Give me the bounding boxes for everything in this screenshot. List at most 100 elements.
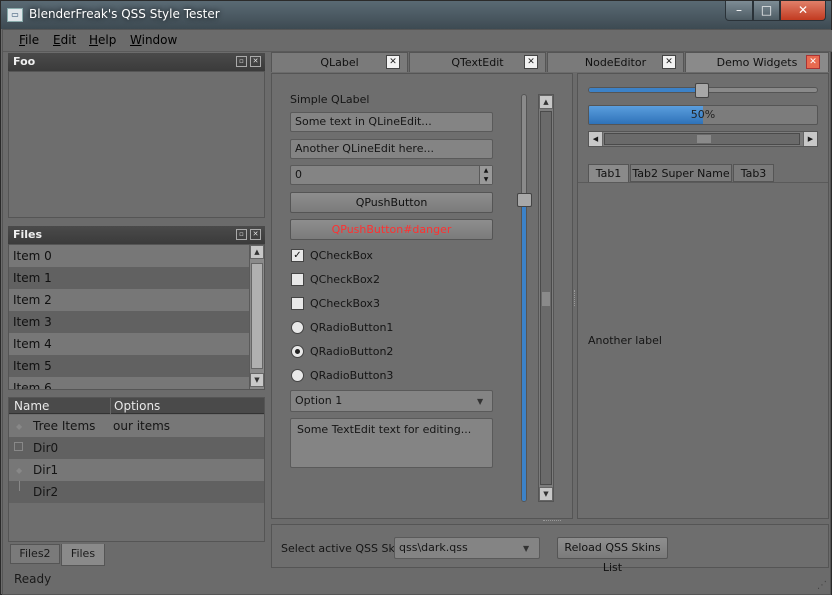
table-row[interactable]: ◆ Tree Items our items [9,415,264,437]
dock-files: Files ▫ ✕ Item 0 Item 1 Item 2 Item 3 It… [8,226,265,391]
list-item[interactable]: Item 2 [9,289,264,311]
reload-skins-button[interactable]: Reload QSS Skins List [557,537,668,574]
title-bar[interactable]: ▭ BlenderFreak's QSS Style Tester – □ ✕ [1,1,831,29]
dock-close-icon[interactable]: ✕ [250,56,261,67]
spin-box[interactable]: 0 ▲ ▼ [290,165,493,185]
dock-tab-files[interactable]: Files [61,544,105,566]
scroll-up-icon[interactable]: ▲ [539,95,553,109]
scroll-track[interactable] [540,111,552,485]
list-item[interactable]: Item 3 [9,311,264,333]
table-row[interactable]: Dir2 [9,481,264,503]
tab-close-icon[interactable]: ✕ [662,55,676,69]
horizontal-scrollbar[interactable]: ◀ ▶ [588,131,818,147]
dock-float-icon[interactable]: ▫ [236,229,247,240]
list-item[interactable]: Item 4 [9,333,264,355]
menu-file[interactable]: File [19,33,39,47]
horizontal-slider-handle[interactable] [695,83,709,98]
dock-float-icon[interactable]: ▫ [236,56,247,67]
menu-edit[interactable]: Edit [53,33,76,47]
widgets-panel: Simple QLabel Some text in QLineEdit... … [271,73,573,519]
tab-label: QLabel [320,56,359,69]
minimize-button[interactable]: – [725,1,753,21]
horizontal-slider-fill [589,88,703,92]
tree-item-name: Dir1 [33,463,59,477]
checkbox-3-label[interactable]: QCheckBox3 [310,297,380,310]
list-item[interactable]: Item 1 [9,267,264,289]
another-label: Another label [588,334,662,347]
tree-header-name[interactable]: Name [14,399,49,413]
checkbox-2[interactable] [291,273,304,286]
progress-text: 50% [690,108,716,121]
files-scrollbar[interactable]: ▲ ▼ [249,245,264,389]
tree-item-name: Tree Items [33,419,96,433]
radio-1-label[interactable]: QRadioButton1 [310,321,393,334]
inner-tab-3[interactable]: Tab3 [733,164,774,182]
tree-item-option: our items [113,419,171,433]
tab-close-icon[interactable]: ✕ [524,55,538,69]
tab-close-icon[interactable]: ✕ [386,55,400,69]
vertical-slider[interactable] [521,94,527,502]
tree-header: Name Options [9,398,264,414]
skin-combo[interactable]: qss\dark.qss ▼ [394,537,540,559]
text-edit[interactable]: Some TextEdit text for editing... [290,418,493,468]
scroll-right-icon[interactable]: ▶ [803,132,817,146]
dock-close-icon[interactable]: ✕ [250,229,261,240]
radio-3[interactable] [291,369,304,382]
vertical-slider-fill [522,200,526,501]
radio-1[interactable] [291,321,304,334]
vertical-scrollbar[interactable]: ▲ ▼ [538,94,554,502]
files-list: Item 0 Item 1 Item 2 Item 3 Item 4 Item … [8,244,265,390]
chevron-down-icon: ▼ [477,397,484,406]
menu-help[interactable]: Help [89,33,116,47]
table-row[interactable]: ◆ Dir1 [9,459,264,481]
combo-box[interactable]: Option 1 ▼ [290,390,493,412]
maximize-button[interactable]: □ [753,1,780,21]
table-row[interactable]: Dir0 [9,437,264,459]
dock-foo-title[interactable]: Foo [8,53,265,71]
line-edit-2[interactable]: Another QLineEdit here... [290,139,493,159]
scroll-down-icon[interactable]: ▼ [250,373,264,387]
tab-close-icon[interactable]: ✕ [806,55,820,69]
push-button[interactable]: QPushButton [290,192,493,213]
line-edit-1[interactable]: Some text in QLineEdit... [290,112,493,132]
tree-header-options[interactable]: Options [114,399,160,413]
vertical-slider-handle[interactable] [517,192,532,207]
simple-label: Simple QLabel [290,93,370,106]
spin-up-icon[interactable]: ▲ [479,166,492,175]
scroll-handle[interactable] [542,292,550,306]
dock-files-title[interactable]: Files [8,226,265,244]
inner-tab-divider [578,182,828,183]
demo-panel: 50% ◀ ▶ Tab1 Tab2 Super Name Tab3 Anothe… [577,73,829,519]
checkbox-1[interactable]: ✓ [291,249,304,262]
close-button[interactable]: ✕ [780,1,826,21]
list-item[interactable]: Item 6 [9,377,264,389]
tab-label: QTextEdit [451,56,504,69]
checkbox-2-label[interactable]: QCheckBox2 [310,273,380,286]
progress-bar: 50% [588,105,818,125]
radio-2-label[interactable]: QRadioButton2 [310,345,393,358]
list-item[interactable]: Item 0 [9,245,264,267]
scroll-handle[interactable] [251,263,263,369]
list-item[interactable]: Item 5 [9,355,264,377]
scroll-left-icon[interactable]: ◀ [589,132,603,146]
scroll-track[interactable] [604,133,800,145]
checkbox-3[interactable] [291,297,304,310]
header-divider [110,398,111,414]
tree-branch-icon: ◆ [16,422,23,431]
radio-3-label[interactable]: QRadioButton3 [310,369,393,382]
menu-window[interactable]: Window [130,33,177,47]
danger-button[interactable]: QPushButton#danger [290,219,493,240]
spin-down-icon[interactable]: ▼ [479,175,492,184]
checkbox-1-label[interactable]: QCheckBox [310,249,373,262]
dock-tab-files2[interactable]: Files2 [10,544,60,564]
scroll-down-icon[interactable]: ▼ [539,487,553,501]
size-grip-icon[interactable]: ⋰ [817,580,827,591]
scroll-handle[interactable] [697,135,711,143]
inner-tab-1[interactable]: Tab1 [588,164,629,183]
splitter-handle[interactable] [543,520,561,523]
menu-bar: File Edit Help Window [3,30,832,52]
tree-expand-icon[interactable] [14,442,23,451]
inner-tab-2[interactable]: Tab2 Super Name [630,164,732,182]
radio-2[interactable] [291,345,304,358]
scroll-up-icon[interactable]: ▲ [250,245,264,259]
